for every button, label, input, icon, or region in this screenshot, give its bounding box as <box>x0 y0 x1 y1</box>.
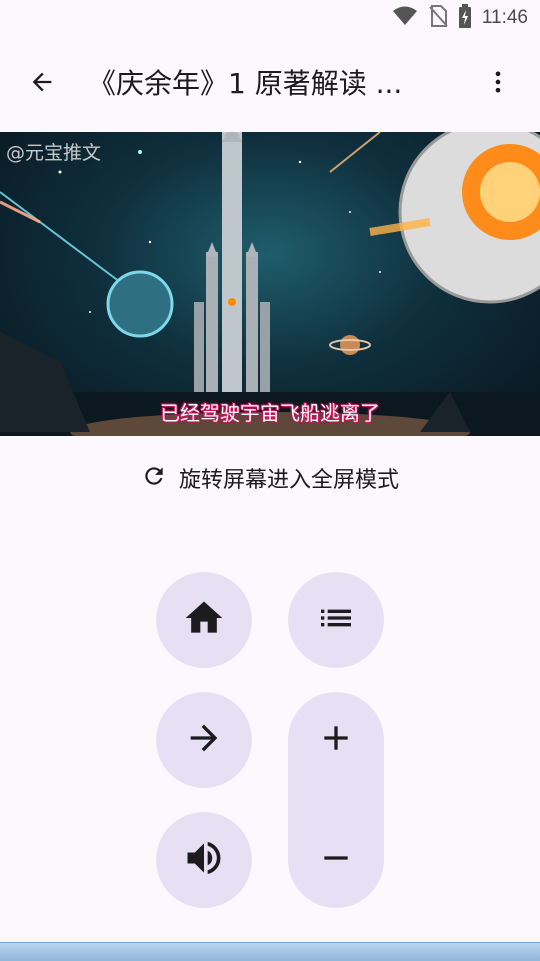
no-sim-icon <box>428 5 448 31</box>
battery-icon <box>458 4 472 32</box>
bottom-window-strip <box>0 942 540 961</box>
plus-icon <box>316 718 356 762</box>
app-bar: 《庆余年》1 原著解读 ... <box>0 36 540 132</box>
video-watermark: @元宝推文 <box>6 142 102 164</box>
volume-up-icon <box>182 836 226 884</box>
status-time: 11:46 <box>481 7 528 28</box>
status-bar: 11:46 <box>0 0 540 36</box>
video-player[interactable]: @元宝推文 已经驾驶宇宙飞船逃离了 <box>0 132 540 436</box>
arrow-back-icon <box>28 68 56 100</box>
volume-up-button[interactable] <box>288 692 384 788</box>
home-icon <box>182 596 226 644</box>
volume-down-button[interactable] <box>288 812 384 908</box>
home-button[interactable] <box>156 572 252 668</box>
refresh-icon <box>141 463 167 493</box>
more-vert-icon <box>484 68 512 100</box>
next-button[interactable] <box>156 692 252 788</box>
video-subtitle: 已经驾驶宇宙飞船逃离了 <box>160 401 380 425</box>
rotate-fullscreen-hint[interactable]: 旋转屏幕进入全屏模式 <box>0 458 540 498</box>
arrow-forward-icon <box>184 718 224 762</box>
mute-button[interactable] <box>156 812 252 908</box>
wifi-icon <box>392 6 418 30</box>
rotate-fullscreen-label: 旋转屏幕进入全屏模式 <box>178 468 399 493</box>
more-options-button[interactable] <box>474 60 522 108</box>
volume-control <box>288 692 384 908</box>
list-icon <box>316 598 356 642</box>
playlist-button[interactable] <box>288 572 384 668</box>
page-title: 《庆余年》1 原著解读 ... <box>88 67 403 100</box>
minus-icon <box>316 838 356 882</box>
video-frame-image <box>0 132 540 436</box>
back-button[interactable] <box>18 60 66 108</box>
